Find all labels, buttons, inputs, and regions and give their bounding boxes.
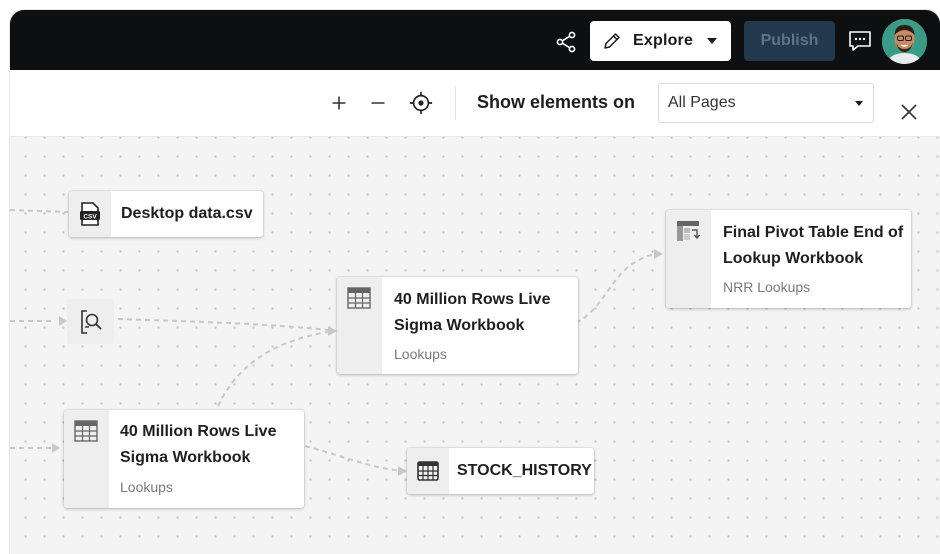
- user-avatar[interactable]: [882, 19, 927, 64]
- table-icon: [74, 420, 98, 442]
- node-icon-box: CSV: [69, 191, 111, 237]
- node-workbook-lookups-low[interactable]: 40 Million Rows Live Sigma Workbook Look…: [64, 410, 304, 508]
- node-workbook-lookups-mid[interactable]: 40 Million Rows Live Sigma Workbook Look…: [337, 277, 578, 374]
- zoom-in-button[interactable]: [327, 91, 351, 115]
- node-subtitle: Lookups: [120, 479, 173, 495]
- node-title-line1: Final Pivot Table End of: [723, 224, 904, 241]
- node-stock-history[interactable]: STOCK_HISTORY: [407, 448, 594, 494]
- node-title: Desktop data.csv: [121, 205, 253, 222]
- comment-button[interactable]: [846, 27, 874, 55]
- lineage-toolbar: Show elements on All Pages: [10, 70, 940, 137]
- database-table-icon: [417, 461, 439, 481]
- publish-button[interactable]: Publish: [744, 21, 835, 61]
- node-icon-box: [407, 448, 449, 494]
- node-final-pivot-table[interactable]: Final Pivot Table End of Lookup Workbook…: [666, 210, 911, 308]
- lookup-icon: [80, 309, 102, 334]
- arrowhead-icon: [59, 316, 67, 326]
- node-title-line1: 40 Million Rows Live: [394, 291, 551, 308]
- table-icon: [347, 287, 371, 309]
- recenter-button[interactable]: [409, 91, 433, 115]
- pages-select-value: All Pages: [668, 94, 736, 111]
- connector-low-to-mid: [217, 331, 329, 407]
- show-elements-label: Show elements on: [477, 92, 636, 112]
- share-icon: [556, 31, 576, 53]
- node-title-line1: 40 Million Rows Live: [120, 423, 277, 440]
- pages-select[interactable]: All Pages: [658, 83, 874, 123]
- node-desktop-csv[interactable]: CSV Desktop data.csv: [69, 191, 263, 237]
- minus-icon: [371, 102, 385, 104]
- node-title-line2: Lookup Workbook: [723, 250, 864, 267]
- node-lookup[interactable]: [67, 299, 114, 344]
- zoom-out-button[interactable]: [366, 91, 390, 115]
- node-subtitle: Lookups: [394, 346, 447, 362]
- arrowhead-icon: [52, 443, 60, 453]
- arrowhead-icon: [398, 466, 407, 476]
- connector-low-to-stock: [304, 445, 404, 472]
- node-title-line2: Sigma Workbook: [394, 317, 525, 334]
- arrowhead-icon: [328, 326, 337, 336]
- close-icon: [901, 104, 917, 120]
- connector-csv-in: [10, 209, 69, 213]
- top-bar: Explore Publish: [10, 10, 940, 70]
- comment-icon: [849, 31, 871, 51]
- node-title-line2: Sigma Workbook: [120, 449, 251, 466]
- target-icon: [409, 91, 433, 115]
- explore-button[interactable]: Explore: [590, 21, 731, 61]
- chevron-down-icon: [855, 101, 863, 106]
- close-button[interactable]: [898, 101, 920, 123]
- node-title: STOCK_HISTORY: [457, 462, 592, 479]
- lineage-window: Explore Publish Show elements on All Pag…: [10, 10, 940, 554]
- csv-file-icon: CSV: [80, 202, 100, 226]
- pivot-table-icon: [677, 221, 700, 241]
- pencil-icon: [602, 30, 624, 52]
- connector-mid-to-pivot: [575, 253, 656, 324]
- chevron-down-icon: [707, 38, 718, 44]
- connector-lookup-to-mid: [117, 318, 329, 331]
- plus-icon: [332, 96, 346, 110]
- arrowhead-icon: [654, 249, 663, 259]
- toolbar-divider: [455, 86, 456, 120]
- explore-label: Explore: [633, 32, 694, 49]
- node-subtitle: NRR Lookups: [723, 279, 811, 295]
- share-button[interactable]: [552, 28, 580, 56]
- svg-text:CSV: CSV: [83, 214, 97, 221]
